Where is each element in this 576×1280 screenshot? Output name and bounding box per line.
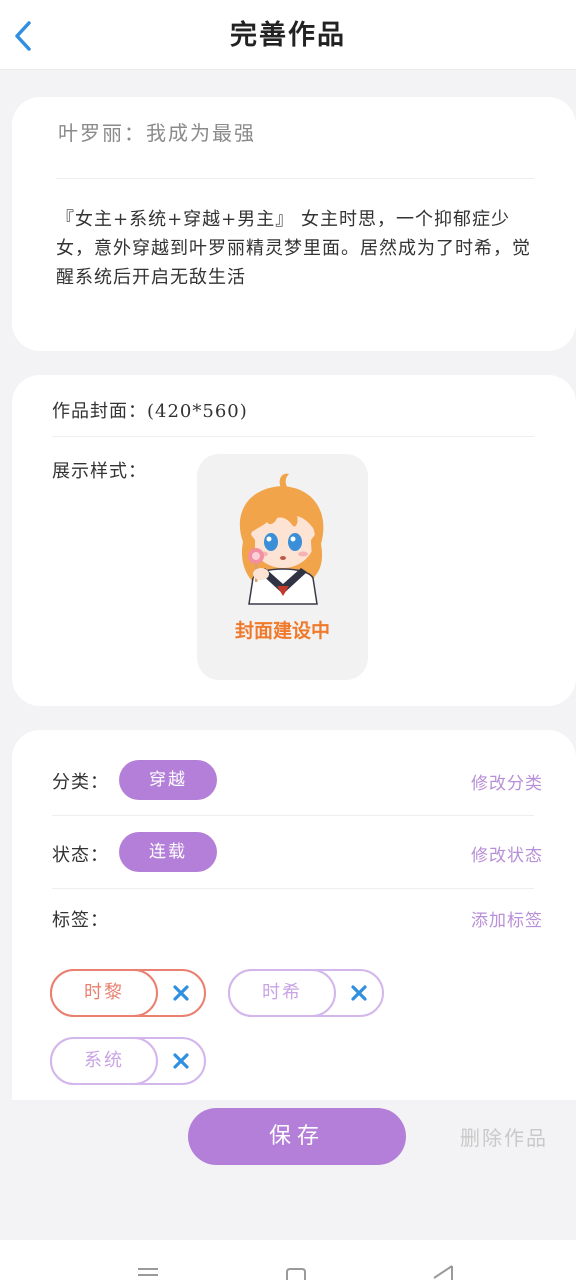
home-button[interactable] [285,1266,307,1280]
tag-label: 时黎 [50,969,158,1017]
back-triangle-icon [433,1265,453,1280]
divider [52,436,534,437]
anime-girl-icon [239,473,324,605]
book-title[interactable]: 叶罗丽：我成为最强 [58,117,256,146]
status-badge: 连载 [119,832,217,872]
save-button[interactable]: 保存 [188,1108,406,1165]
close-icon [351,985,367,1001]
system-nav-bar [0,1240,576,1280]
display-style-label: 展示样式： [52,461,147,482]
remove-tag-button[interactable] [170,982,192,1004]
back-nav-button[interactable] [430,1264,456,1280]
category-label: 分类： [52,772,109,793]
tags-label: 标签： [52,910,109,931]
divider [52,815,534,816]
menu-icon [138,1268,158,1276]
cover-card: 作品封面：(420*560) 展示样式： 封面建设中 [12,375,576,706]
tag-chip[interactable]: 系统 [50,1037,206,1085]
edit-status-button[interactable]: 修改状态 [471,841,543,866]
back-button[interactable] [6,16,40,56]
category-badge: 穿越 [119,760,217,800]
tag-label: 时希 [228,969,336,1017]
tag-chip[interactable]: 时黎 [50,969,206,1017]
tag-chip[interactable]: 时希 [228,969,384,1017]
edit-category-button[interactable]: 修改分类 [471,769,543,794]
book-info-card: 叶罗丽：我成为最强 『女主+系统+穿越+男主』 女主时思，一个抑郁症少女，意外穿… [12,97,576,351]
add-tag-button[interactable]: 添加标签 [471,906,543,931]
chevron-left-icon [15,21,31,51]
close-icon [173,1053,189,1069]
tag-label: 系统 [50,1037,158,1085]
details-card: 分类： 穿越 修改分类 状态： 连载 修改状态 标签： 添加标签 时黎 时希 系… [12,730,576,1100]
top-bar: 完善作品 [0,0,576,70]
cover-image[interactable]: 封面建设中 [197,454,368,680]
page-title: 完善作品 [230,20,346,51]
cover-label: 作品封面：(420*560) [52,401,248,422]
remove-tag-button[interactable] [170,1050,192,1072]
home-square-icon [286,1268,306,1280]
divider [56,178,534,179]
delete-work-button[interactable]: 删除作品 [460,1122,548,1151]
menu-button[interactable] [136,1266,160,1280]
status-label: 状态： [52,845,109,866]
divider [52,888,534,889]
remove-tag-button[interactable] [348,982,370,1004]
close-icon [173,985,189,1001]
cover-placeholder-caption: 封面建设中 [234,620,330,642]
book-description[interactable]: 『女主+系统+穿越+男主』 女主时思，一个抑郁症少女，意外穿越到叶罗丽精灵梦里面… [56,205,536,292]
